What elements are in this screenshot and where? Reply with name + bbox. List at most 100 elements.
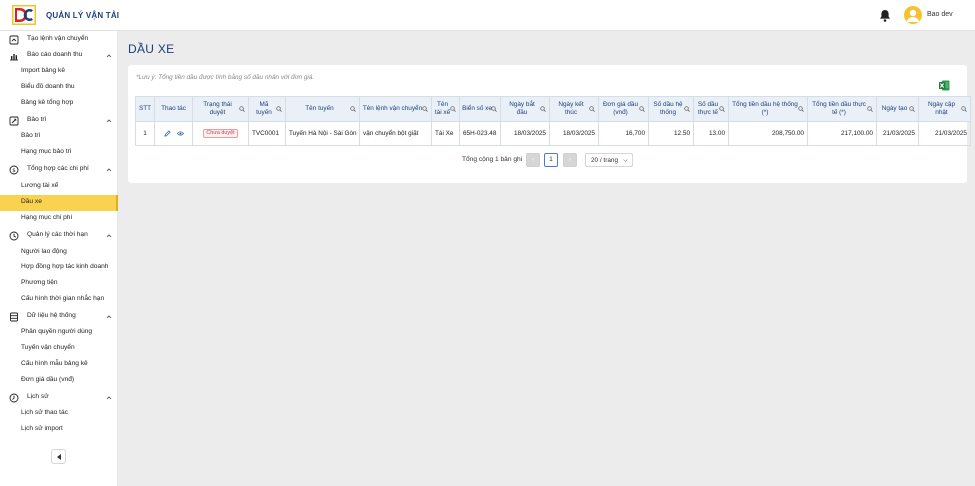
column-header-ngay-tao: Ngày tạo	[876, 96, 919, 122]
sidebar-item-hang-muc-chi-phi[interactable]: Hạng mục chi phí	[0, 211, 118, 227]
sidebar-item-cau-hinh-thoi-gian-nhac-han[interactable]: Cấu hình thời gian nhắc hạn	[0, 292, 118, 308]
sidebar-item-don-gia-dau-vnd[interactable]: Đơn giá dầu (vnđ)	[0, 373, 118, 389]
search-icon[interactable]	[867, 106, 873, 112]
sidebar-item-bang-ke-tong-hop[interactable]: Bảng kê tổng hợp	[0, 96, 118, 112]
sidebar-label: Dầu xe	[21, 198, 42, 205]
column-header-label: Biển số xe	[462, 105, 492, 112]
chevron-up-icon	[106, 315, 112, 319]
sidebar-item-lich-su-thao-tac[interactable]: Lịch sử thao tác	[0, 406, 118, 422]
sidebar-item-bao-tri[interactable]: Bảo trì	[0, 129, 118, 145]
column-header-label: Tổng tiền dầu thực tế (*)	[812, 101, 866, 116]
cell-plate: 65H-023.48	[459, 121, 501, 146]
search-icon[interactable]	[589, 106, 595, 112]
column-header-label: STT	[138, 105, 152, 112]
chevron-up-icon	[106, 54, 112, 58]
sidebar-group-du-lieu-he-thong[interactable]: Dữ liệu hệ thống	[0, 309, 118, 325]
column-header-ten-tai-xe: Tên tài xế	[431, 96, 460, 122]
sidebar-item-lich-su-import[interactable]: Lịch sử import	[0, 422, 118, 438]
search-icon[interactable]	[639, 106, 645, 112]
cell-created: 21/03/2025	[876, 121, 919, 146]
sidebar-group-tong-hop-cac-chi-phi[interactable]: $ Tổng hợp các chi phí	[0, 162, 118, 178]
sidebar-item-luong-tai-xe[interactable]: Lương tài xế	[0, 179, 118, 195]
chevron-up-icon	[106, 234, 112, 238]
sidebar-group-bao-tri[interactable]: Bảo trì	[0, 113, 118, 129]
search-icon[interactable]	[422, 106, 428, 112]
column-header-label: Số dầu thực tế	[697, 101, 719, 116]
avatar[interactable]	[904, 6, 922, 24]
cell-system-fuel: 12.50	[648, 121, 694, 146]
sidebar-item-nguoi-lao-dong[interactable]: Người lao động	[0, 245, 118, 261]
sidebar-label: Phương tiện	[21, 279, 58, 286]
cell-end-date: 18/03/2025	[549, 121, 599, 146]
column-header-stt: STT	[135, 96, 155, 122]
collapse-sidebar-button[interactable]	[51, 449, 66, 464]
bar-chart-icon	[10, 54, 18, 61]
column-header-label: Đơn giá dầu (vnđ)	[602, 101, 639, 116]
total-records: Tổng cộng 1 bản ghi	[462, 156, 523, 163]
search-icon[interactable]	[798, 106, 804, 112]
sidebar-label: Bảng kê tổng hợp	[21, 99, 74, 106]
prev-page-button[interactable]: ‹	[526, 153, 540, 167]
sidebar-item-phan-quyen-nguoi-dung[interactable]: Phân quyền người dùng	[0, 325, 118, 341]
search-icon[interactable]	[276, 106, 282, 112]
sidebar-item-tuyen-van-chuyen[interactable]: Tuyến vận chuyển	[0, 341, 118, 357]
sidebar-item-import-bang-ke[interactable]: Import bảng kê	[0, 64, 118, 80]
svg-text:$: $	[12, 168, 16, 174]
search-icon[interactable]	[719, 106, 725, 112]
user-name[interactable]: Bao dev	[927, 11, 953, 18]
cell-route-code: TVC0001	[248, 121, 286, 146]
bell-icon[interactable]	[879, 9, 891, 22]
search-icon[interactable]	[909, 106, 915, 112]
search-icon[interactable]	[961, 106, 967, 112]
sidebar-item-phuong-tien[interactable]: Phương tiện	[0, 276, 118, 292]
column-header-tong-tien-dau-thuc-te: Tổng tiền dầu thực tế (*)	[807, 96, 877, 122]
column-header-thao-tac: Thao tác	[154, 96, 193, 122]
chevron-down-icon	[623, 159, 628, 162]
column-header-bien-so-xe: Biển số xe	[459, 96, 501, 122]
sidebar-label: Đơn giá dầu (vnđ)	[21, 376, 75, 383]
company-logo[interactable]	[12, 5, 36, 25]
search-icon[interactable]	[239, 106, 245, 112]
sidebar-item-cau-hinh-mau-bang-ke[interactable]: Cấu hình mẫu bảng kê	[0, 357, 118, 373]
search-icon[interactable]	[491, 106, 497, 112]
sidebar-item-hop-dong-hop-tac-kinh-doanh[interactable]: Hợp đồng hợp tác kinh doanh	[0, 260, 118, 276]
page-size-select[interactable]: 20 / trang	[585, 153, 633, 167]
column-header-ten-lenh-van-chuyen: Tên lệnh vận chuyển	[359, 96, 432, 122]
excel-export-icon[interactable]	[939, 80, 950, 91]
sidebar: Lịch sử import Lịch sử thao tác Lịch sử Đơn…	[0, 31, 118, 486]
column-header-don-gia-dau-vnd: Đơn giá dầu (vnđ)	[598, 96, 649, 122]
sidebar-label: Cấu hình thời gian nhắc hạn	[21, 295, 105, 302]
search-icon[interactable]	[350, 106, 356, 112]
search-icon[interactable]	[684, 106, 690, 112]
column-header-ngay-cap-nhat: Ngày cập nhật	[918, 96, 971, 122]
search-icon[interactable]	[540, 106, 546, 112]
sidebar-group-lich-su[interactable]: Lịch sử	[0, 390, 118, 406]
column-header-tong-tien-dau-he-thong: Tổng tiền dầu hệ thống (*)	[728, 96, 808, 122]
chevron-up-icon	[106, 396, 112, 400]
column-header-ma-tuyen: Mã tuyến	[248, 96, 286, 122]
sidebar-group-tao-lenh-van-chuyen[interactable]: Tạo lệnh vận chuyển	[0, 32, 118, 48]
edit-icon[interactable]	[163, 130, 171, 137]
column-header-ten-tuyen: Tên tuyến	[285, 96, 360, 122]
sidebar-label: Bảo trì	[21, 132, 41, 139]
view-eye-icon[interactable]	[176, 130, 184, 137]
sidebar-group-quan-ly-cac-thoi-han[interactable]: Quản lý các thời hạn	[0, 228, 118, 244]
cell-start-date: 18/03/2025	[500, 121, 550, 146]
sidebar-label: Tổng hợp các chi phí	[27, 165, 89, 172]
sidebar-item-hang-muc-bao-tri[interactable]: Hạng mục bảo trì	[0, 145, 118, 161]
sidebar-label: Import bảng kê	[21, 67, 65, 74]
page-number-button[interactable]: 1	[544, 153, 558, 167]
search-icon[interactable]	[450, 106, 456, 112]
table-row[interactable]: 1 Chưa duyệt TVC0001 Tuyến Hà Nội - Sài …	[135, 121, 971, 146]
column-header-label: Trạng thái duyệt	[203, 101, 232, 116]
sidebar-item-bieu-do-doanh-thu[interactable]: Biểu đồ doanh thu	[0, 80, 118, 96]
sidebar-group-bao-cao-doanh-thu[interactable]: Báo cáo doanh thu	[0, 48, 118, 64]
column-header-label: Tổng tiền dầu hệ thống (*)	[732, 101, 798, 116]
next-page-button[interactable]: ›	[563, 153, 577, 167]
user-icon	[907, 9, 919, 22]
chevron-up-icon	[106, 168, 112, 172]
top-header: QUẢN LÝ VẬN TẢI Bao dev	[0, 0, 975, 31]
column-header-ngay-bat-dau: Ngày bắt đầu	[500, 96, 550, 122]
sidebar-item-dau-xe[interactable]: Dầu xe	[0, 195, 118, 211]
sidebar-label: Hợp đồng hợp tác kinh doanh	[21, 263, 109, 270]
